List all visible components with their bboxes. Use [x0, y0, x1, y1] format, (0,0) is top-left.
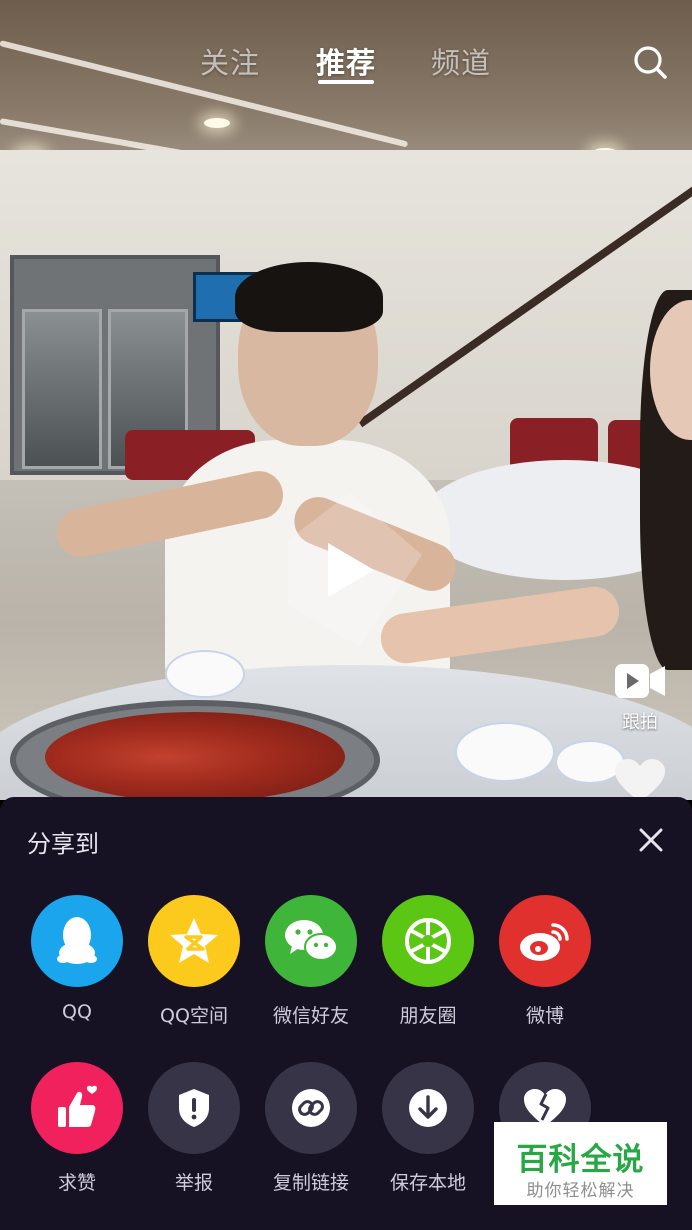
top-navigation: 关注 推荐 频道 [0, 0, 692, 120]
share-save-local[interactable]: 保存本地 [370, 1062, 486, 1202]
share-moments[interactable]: 朋友圈 [370, 895, 486, 1035]
weibo-icon [520, 923, 569, 961]
wechat-circle [265, 895, 357, 987]
search-icon [634, 46, 667, 79]
save-local-circle [382, 1062, 474, 1154]
wechat-icon [285, 920, 338, 961]
weibo-circle [499, 895, 591, 987]
share-qq[interactable]: QQ [19, 895, 135, 1035]
report-circle [148, 1062, 240, 1154]
share-label: 微博 [525, 1005, 564, 1027]
video-camera-icon [615, 664, 665, 698]
moments-aperture-icon [405, 918, 451, 964]
share-label: 微信好友 [272, 1005, 349, 1027]
active-tab-indicator [318, 80, 374, 84]
bowl [455, 722, 555, 782]
share-label: 复制链接 [272, 1172, 349, 1194]
watermark-subtitle: 助你轻松解决 [526, 1181, 635, 1201]
qzone-circle [148, 895, 240, 987]
share-copy-link[interactable]: 复制链接 [253, 1062, 369, 1202]
ask-like-circle [31, 1062, 123, 1154]
share-ask-like[interactable]: 求赞 [19, 1062, 135, 1202]
tab-following[interactable]: 关注 [200, 40, 260, 82]
close-button[interactable] [634, 823, 668, 857]
crayfish-dish [45, 712, 345, 800]
qzone-star-icon [170, 918, 218, 963]
share-label: 朋友圈 [399, 1005, 457, 1027]
search-button[interactable] [628, 40, 672, 84]
share-label: 保存本地 [389, 1172, 466, 1194]
share-qzone[interactable]: QQ空间 [136, 895, 252, 1035]
duet-button[interactable]: 跟拍 [600, 652, 680, 734]
qq-penguin-icon [57, 917, 97, 964]
thumbs-up-heart-icon [58, 1085, 98, 1127]
shield-alert-icon [179, 1089, 209, 1127]
play-button[interactable] [280, 485, 430, 655]
share-label: QQ空间 [160, 1005, 228, 1027]
download-icon [409, 1089, 447, 1127]
video-frame[interactable] [0, 0, 692, 800]
duet-label: 跟拍 [622, 712, 658, 733]
moments-circle [382, 895, 474, 987]
copy-link-circle [265, 1062, 357, 1154]
sheet-title: 分享到 [27, 830, 99, 858]
close-icon [639, 828, 663, 852]
share-wechat-friend[interactable]: 微信好友 [253, 895, 369, 1035]
tab-channels[interactable]: 频道 [431, 40, 491, 82]
link-icon [292, 1089, 330, 1127]
tab-recommended[interactable]: 推荐 [316, 40, 376, 82]
share-label: 举报 [174, 1172, 213, 1194]
man-hair [235, 262, 383, 332]
share-label: 求赞 [57, 1172, 96, 1194]
watermark-title: 百科全说 [516, 1142, 645, 1178]
qq-circle [31, 895, 123, 987]
bowl [165, 650, 245, 698]
fridge-door [22, 309, 102, 469]
share-label: QQ [62, 1001, 92, 1023]
share-weibo[interactable]: 微博 [487, 895, 603, 1035]
play-icon [288, 493, 422, 647]
share-report[interactable]: 举报 [136, 1062, 252, 1202]
watermark: 百科全说 助你轻松解决 [494, 1122, 667, 1205]
